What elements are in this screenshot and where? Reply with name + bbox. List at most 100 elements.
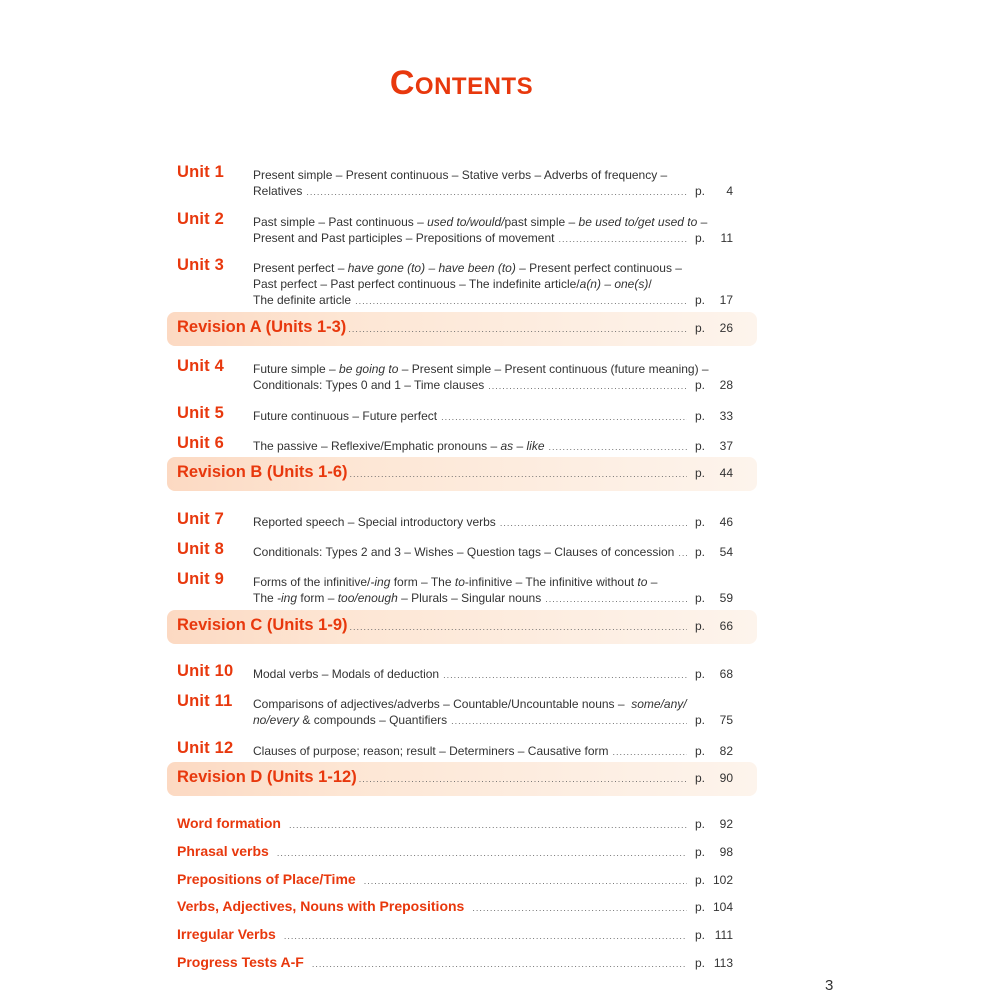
unit-topics: Forms of the infinitive/-ing form – The …: [253, 574, 741, 606]
toc-entry-revision[interactable]: Revision B (Units 1-6) p. 44: [177, 463, 741, 482]
toc-entry-appendix[interactable]: Word formation p. 92: [177, 815, 741, 831]
page-ref: p. 17: [695, 292, 741, 308]
topic-text: Present and Past participles – Prepositi…: [253, 231, 555, 245]
appendix-label: Progress Tests A-F: [177, 954, 304, 970]
page-ref: p. 75: [695, 712, 741, 728]
page-ref: p. 26: [695, 321, 741, 335]
page-number-ref: 17: [719, 293, 734, 307]
page-prefix: p.: [695, 619, 706, 633]
topic-text: Conditionals: Types 0 and 1 – Time claus…: [253, 378, 485, 392]
page-number-ref: 33: [719, 409, 734, 423]
unit-topics: The passive – Reflexive/Emphatic pronoun…: [253, 438, 741, 454]
page-ref: p. 102: [695, 873, 741, 887]
topic-text: Present perfect – have gone (to) – have …: [253, 261, 682, 275]
dot-leader: [364, 875, 687, 887]
toc-entry-appendix[interactable]: Irregular Verbs p. 111: [177, 926, 741, 942]
toc-entry-appendix[interactable]: Prepositions of Place/Time p. 102: [177, 871, 741, 887]
page-prefix: p.: [695, 591, 706, 605]
topic-text: Relatives: [253, 184, 303, 198]
toc-entry-appendix[interactable]: Phrasal verbs p. 98: [177, 843, 741, 859]
topic-line: Modal verbs – Modals of deduction p. 68: [253, 666, 741, 682]
dot-leader: [451, 715, 687, 727]
topic-line: Conditionals: Types 0 and 1 – Time claus…: [253, 377, 741, 393]
page-prefix: p.: [695, 515, 706, 529]
toc-entry-revision[interactable]: Revision C (Units 1-9) p. 66: [177, 616, 741, 635]
toc-entry-revision[interactable]: Revision A (Units 1-3) p. 26: [177, 318, 741, 337]
page-number-ref: 90: [719, 771, 734, 785]
page-ref: p. 66: [695, 619, 741, 633]
page-prefix: p.: [695, 713, 706, 727]
unit-label: Unit 4: [177, 357, 225, 375]
topic-line: Past simple – Past continuous – used to/…: [253, 214, 741, 230]
topic-line: The -ing form – too/enough – Plurals – S…: [253, 590, 741, 606]
dot-leader: [678, 547, 687, 559]
topic-text: The definite article: [253, 293, 352, 307]
page-number-ref: 111: [714, 928, 734, 942]
page-prefix: p.: [695, 378, 706, 392]
page-ref: p. 68: [695, 666, 741, 682]
toc-entry-appendix[interactable]: Verbs, Adjectives, Nouns with Prepositio…: [177, 898, 741, 914]
topic-line: Past perfect – Past perfect continuous –…: [253, 276, 741, 292]
page-number-ref: 98: [719, 845, 734, 859]
page-ref: p. 111: [695, 928, 741, 942]
page-prefix: p.: [695, 956, 706, 970]
topic-text: Modal verbs – Modals of deduction: [253, 667, 440, 681]
unit-label: Unit 10: [177, 662, 234, 680]
unit-topics: Present simple – Present continuous – St…: [253, 167, 741, 199]
page-prefix: p.: [695, 667, 706, 681]
unit-topics: Clauses of purpose; reason; result – Det…: [253, 743, 741, 759]
unit-topics: Conditionals: Types 2 and 3 – Wishes – Q…: [253, 544, 741, 560]
topic-text: Comparisons of adjectives/adverbs – Coun…: [253, 697, 687, 711]
appendix-label: Verbs, Adjectives, Nouns with Prepositio…: [177, 898, 465, 914]
unit-label: Unit 12: [177, 739, 234, 757]
dot-leader: [306, 186, 687, 198]
topic-text: Past perfect – Past perfect continuous –…: [253, 277, 652, 291]
topic-text: The -ing form – too/enough – Plurals – S…: [253, 591, 542, 605]
page-number-ref: 46: [719, 515, 734, 529]
unit-label: Unit 2: [177, 210, 225, 228]
page-number-ref: 75: [719, 713, 734, 727]
page-prefix: p.: [695, 900, 706, 914]
dot-leader: [545, 593, 687, 605]
dot-leader: [284, 930, 687, 942]
unit-label: Unit 9: [177, 570, 225, 588]
page-prefix: p.: [695, 744, 706, 758]
toc-entry-appendix[interactable]: Progress Tests A-F p. 113: [177, 954, 741, 970]
revision-label: Revision A (Units 1-3): [177, 318, 347, 336]
topic-line: The definite article p. 17: [253, 292, 741, 308]
page-ref: p. 11: [695, 230, 741, 246]
topic-line: Conditionals: Types 2 and 3 – Wishes – Q…: [253, 544, 741, 560]
topic-text: Forms of the infinitive/-ing form – The …: [253, 575, 658, 589]
topic-line: Reported speech – Special introductory v…: [253, 514, 741, 530]
toc-entry-revision[interactable]: Revision D (Units 1-12) p. 90: [177, 768, 741, 787]
dot-leader: [350, 621, 687, 633]
revision-label: Revision D (Units 1-12): [177, 768, 357, 786]
page-number-ref: 68: [719, 667, 734, 681]
revision-label: Revision B (Units 1-6): [177, 463, 348, 481]
page-number-ref: 54: [719, 545, 734, 559]
dot-leader: [355, 295, 687, 307]
page-ref: p. 37: [695, 438, 741, 454]
dot-leader: [312, 958, 687, 970]
unit-topics: Comparisons of adjectives/adverbs – Coun…: [253, 696, 741, 728]
topic-text: Reported speech – Special introductory v…: [253, 515, 496, 529]
dot-leader: [549, 441, 687, 453]
unit-topics: Reported speech – Special introductory v…: [253, 514, 741, 530]
page-ref: p. 104: [695, 900, 741, 914]
topic-line: Comparisons of adjectives/adverbs – Coun…: [253, 696, 741, 712]
dot-leader: [443, 669, 687, 681]
page-number-ref: 37: [719, 439, 734, 453]
unit-topics: Modal verbs – Modals of deduction p. 68: [253, 666, 741, 682]
appendix-label: Phrasal verbs: [177, 843, 269, 859]
page-number-ref: 66: [719, 619, 734, 633]
page-prefix: p.: [695, 845, 706, 859]
unit-topics: Past simple – Past continuous – used to/…: [253, 214, 741, 246]
unit-label: Unit 7: [177, 510, 225, 528]
page-prefix: p.: [695, 231, 706, 245]
page-ref: p. 98: [695, 845, 741, 859]
unit-label: Unit 11: [177, 692, 233, 710]
dot-leader: [289, 819, 687, 831]
unit-topics: Future simple – be going to – Present si…: [253, 361, 741, 393]
page-number-ref: 113: [713, 956, 734, 970]
page-prefix: p.: [695, 817, 706, 831]
